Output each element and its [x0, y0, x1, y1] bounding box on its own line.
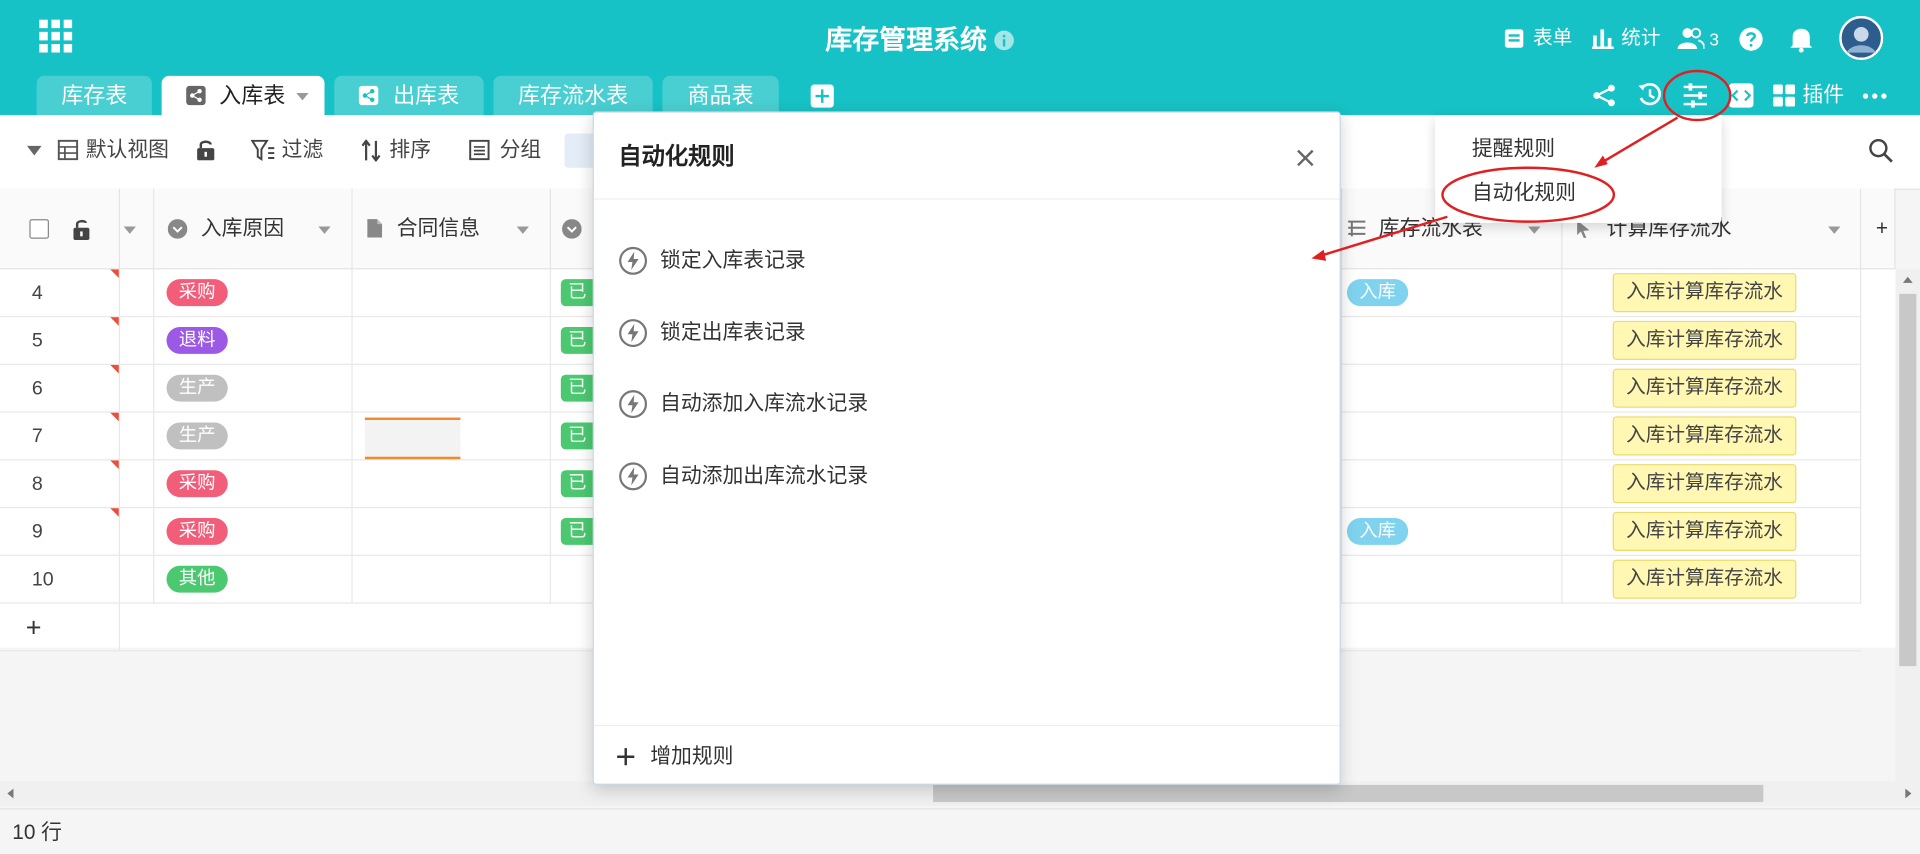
annotation-circle-settings: [1662, 69, 1732, 122]
annotation-arrow-to-menu: [1598, 116, 1679, 166]
annotation-overlay: [1311, 69, 1732, 261]
annotation-arrow-to-dialog: [1319, 215, 1448, 258]
annotation-circle-menu-item: [1441, 166, 1616, 223]
